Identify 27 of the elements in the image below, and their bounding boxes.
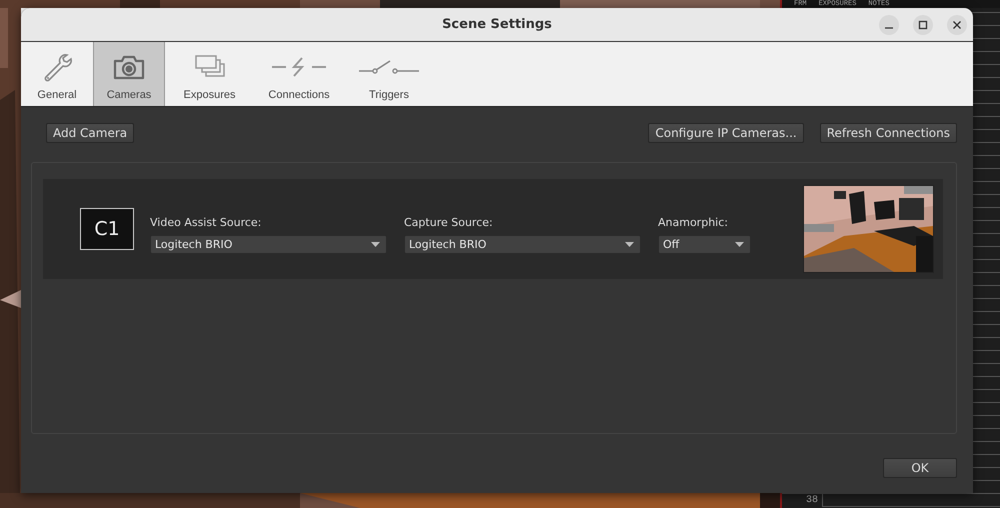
tab[interactable]: Connections	[254, 42, 344, 106]
toolbar-button[interactable]: Refresh Connections	[820, 123, 957, 143]
dropdown[interactable]: Logitech BRIO	[150, 235, 387, 254]
field-label: Capture Source:	[404, 216, 494, 229]
switch-icon	[359, 59, 419, 75]
window-title: Scene Settings	[442, 17, 552, 32]
dropdown-arrow-icon	[735, 242, 744, 247]
toolbar-button[interactable]: Add Camera	[46, 123, 134, 143]
camera-badge: C1	[80, 208, 134, 250]
dropdown-arrow-icon	[371, 242, 380, 247]
row-number: 38	[782, 494, 823, 507]
tab[interactable]: Exposures	[165, 42, 254, 106]
lightning-line-icon	[272, 56, 326, 78]
stacked-frames-icon	[194, 54, 226, 80]
camera-icon	[113, 54, 145, 80]
field-label: Anamorphic:	[658, 216, 729, 229]
dropdown[interactable]: Logitech BRIO	[404, 235, 641, 254]
dropdown[interactable]: Off	[658, 235, 751, 254]
tab[interactable]: Triggers	[344, 42, 434, 106]
toolbar-button[interactable]: Configure IP Cameras...	[648, 123, 804, 143]
ok-button[interactable]: OK	[883, 458, 957, 478]
tab[interactable]: Cameras	[93, 42, 165, 106]
tab[interactable]: General	[21, 42, 93, 106]
close-icon[interactable]	[947, 15, 967, 35]
maximize-icon[interactable]	[913, 15, 933, 35]
dropdown-arrow-icon	[625, 242, 634, 247]
field-label: Video Assist Source:	[150, 216, 262, 229]
